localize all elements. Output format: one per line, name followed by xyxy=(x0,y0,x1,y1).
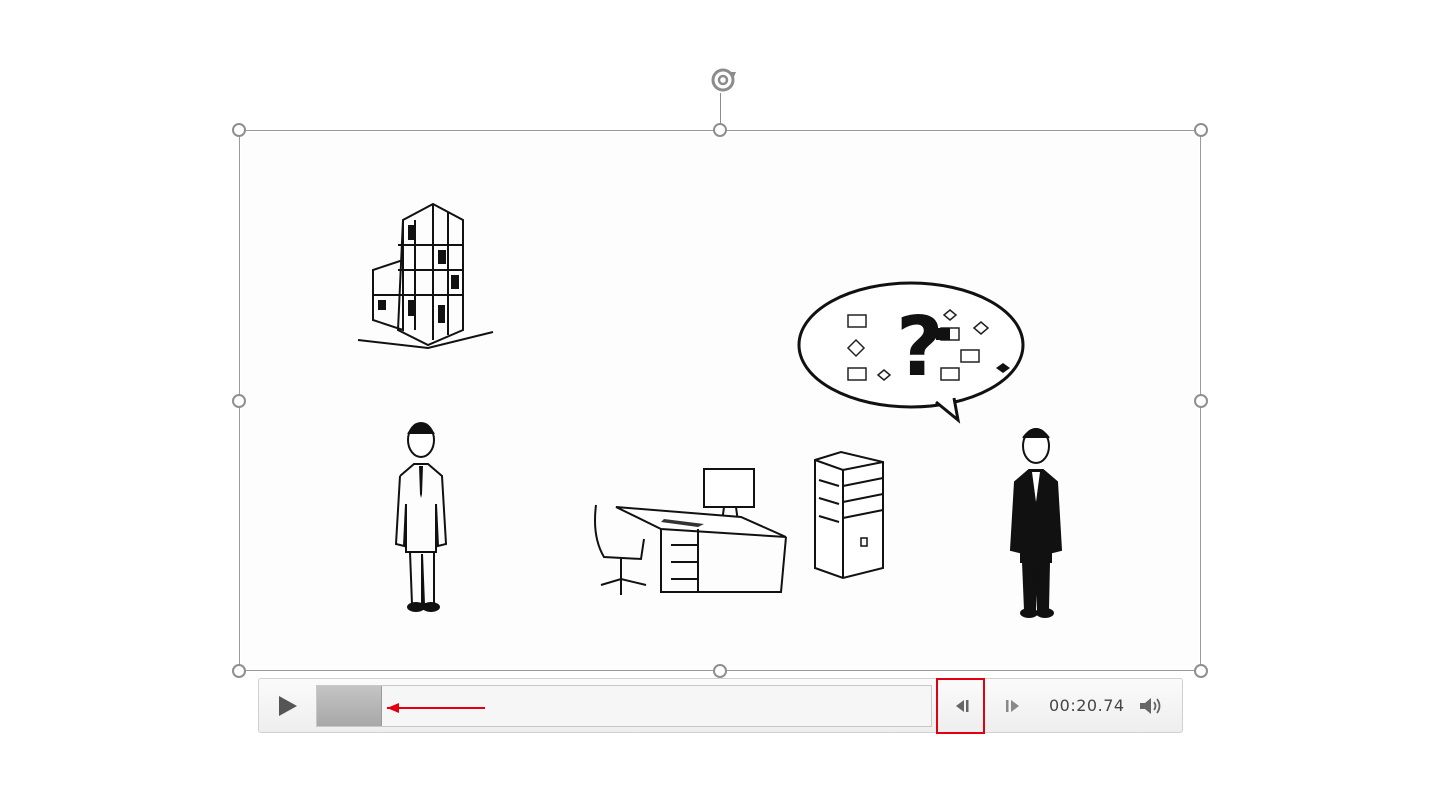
selection-frame xyxy=(239,130,1201,671)
resize-handle-left[interactable] xyxy=(232,394,246,408)
resize-handle-top-right[interactable] xyxy=(1194,123,1208,137)
resize-handle-bottom-right[interactable] xyxy=(1194,664,1208,678)
time-display: 00:20.74 xyxy=(1049,696,1125,715)
rotate-handle-icon[interactable] xyxy=(703,62,743,102)
volume-icon[interactable] xyxy=(1137,694,1165,718)
annotation-arrow-icon xyxy=(387,703,485,713)
resize-handle-right[interactable] xyxy=(1194,394,1208,408)
resize-handle-bottom[interactable] xyxy=(713,664,727,678)
step-forward-icon[interactable] xyxy=(995,689,1029,723)
resize-handle-top[interactable] xyxy=(713,123,727,137)
play-icon[interactable] xyxy=(271,691,301,721)
resize-handle-top-left[interactable] xyxy=(232,123,246,137)
progress-fill xyxy=(317,686,383,726)
resize-handle-bottom-left[interactable] xyxy=(232,664,246,678)
highlight-box xyxy=(936,678,985,734)
